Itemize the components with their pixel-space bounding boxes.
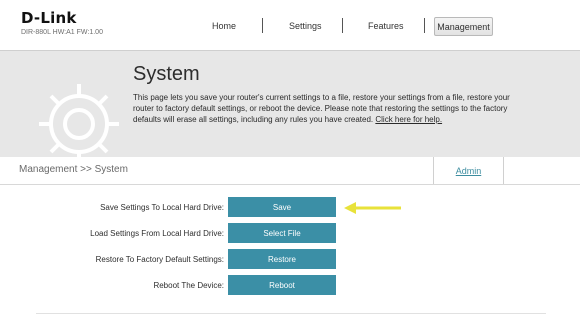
description-text: This page lets you save your router's cu… [133, 93, 510, 124]
reboot-button[interactable]: Reboot [228, 275, 336, 295]
gear-icon [39, 84, 119, 157]
load-settings-label: Load Settings From Local Hard Drive: [90, 229, 224, 238]
nav-divider [342, 18, 343, 33]
restore-defaults-label: Restore To Factory Default Settings: [95, 255, 224, 264]
reboot-device-label: Reboot The Device: [153, 281, 224, 290]
dlink-logo: D-Link [21, 9, 77, 27]
page-description: This page lets you save your router's cu… [133, 92, 518, 125]
nav-divider [424, 18, 425, 33]
arrow-pointer-icon [344, 202, 401, 214]
model-info: DIR-880L HW:A1 FW:1.00 [21, 29, 103, 36]
nav-management[interactable]: Management [434, 17, 493, 36]
help-link[interactable]: Click here for help. [375, 115, 442, 124]
nav-home[interactable]: Home [212, 21, 236, 31]
page-title: System [133, 63, 200, 85]
nav-features[interactable]: Features [368, 21, 404, 31]
breadcrumb-bar: Management >> System Admin [0, 157, 580, 185]
select-file-button[interactable]: Select File [228, 223, 336, 243]
top-header: D-Link DIR-880L HW:A1 FW:1.00 Home Setti… [0, 0, 580, 50]
restore-button[interactable]: Restore [228, 249, 336, 269]
nav-divider [262, 18, 263, 33]
tab-admin[interactable]: Admin [433, 157, 504, 184]
save-settings-label: Save Settings To Local Hard Drive: [100, 203, 224, 212]
nav-settings[interactable]: Settings [289, 21, 322, 31]
page-banner: System This page lets you save your rout… [0, 50, 580, 158]
footer-divider [36, 313, 546, 314]
save-button[interactable]: Save [228, 197, 336, 217]
breadcrumb: Management >> System [19, 164, 128, 175]
